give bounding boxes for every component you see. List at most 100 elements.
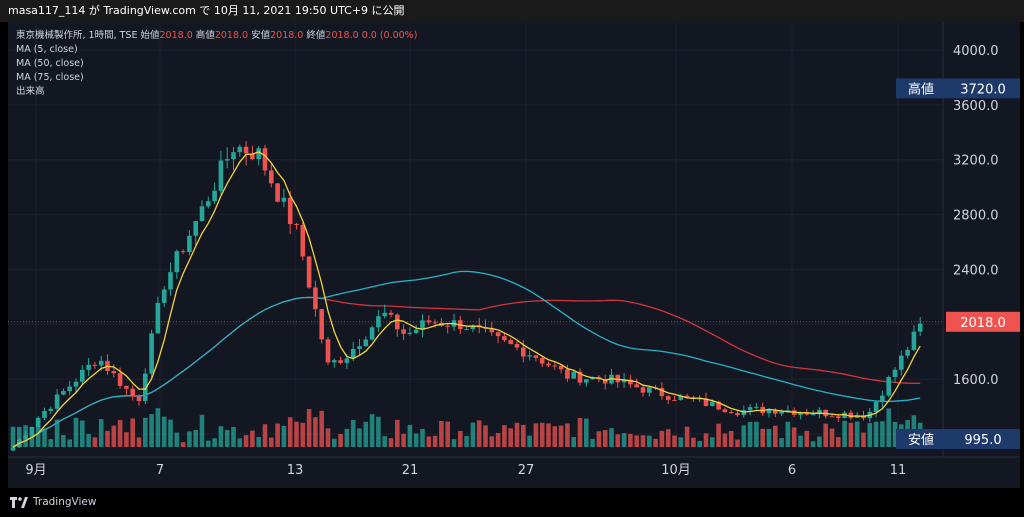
candle-body xyxy=(527,355,532,357)
volume-bar xyxy=(716,423,721,447)
candle-body xyxy=(413,329,419,333)
candle-body xyxy=(300,225,306,257)
volume-bar xyxy=(143,417,148,447)
volume-bar xyxy=(237,438,243,447)
candle-body xyxy=(665,396,671,400)
volume-bar xyxy=(67,439,72,447)
ohlc-high-label: 高値 xyxy=(195,30,215,41)
volume-bar xyxy=(464,436,469,447)
volume-bar xyxy=(344,428,350,447)
volume-bar xyxy=(584,418,589,447)
candle-body xyxy=(287,197,293,225)
candle-body xyxy=(269,170,274,184)
candle-body xyxy=(149,333,154,374)
candle-body xyxy=(514,343,520,348)
volume-bar xyxy=(653,438,658,447)
candle-body xyxy=(357,346,362,349)
candle-body xyxy=(464,329,469,331)
volume-bar xyxy=(80,420,85,447)
volume-bar xyxy=(791,427,797,447)
indicator-ma5[interactable]: MA (5, close) xyxy=(16,43,417,57)
volume-bar xyxy=(275,423,280,447)
chart-legend: 東京機械製作所, 1時間, TSE 始値2018.0 高値2018.0 安値20… xyxy=(16,29,417,99)
volume-bar xyxy=(615,434,621,447)
volume-bar xyxy=(174,432,180,447)
ohlc-open-label: 始値 xyxy=(140,30,160,41)
candle-body xyxy=(647,387,652,393)
volume-bar xyxy=(867,422,873,447)
volume-bar xyxy=(376,416,381,447)
symbol-line: 東京機械製作所, 1時間, TSE 始値2018.0 高値2018.0 安値20… xyxy=(16,29,417,43)
candle-body xyxy=(281,197,287,202)
volume-bar xyxy=(785,421,791,447)
volume-bar xyxy=(401,433,406,447)
volume-bar xyxy=(10,426,16,447)
candle-body xyxy=(180,251,186,253)
candle-body xyxy=(155,302,161,334)
volume-bar xyxy=(678,437,684,447)
candle-body xyxy=(161,289,167,303)
candle-body xyxy=(558,365,564,370)
candle-body xyxy=(521,347,526,357)
candle-body xyxy=(495,332,501,337)
candle-body xyxy=(880,395,885,402)
chart-panel[interactable]: 4000.03600.03200.02800.02400.02000.01600… xyxy=(8,22,1020,488)
high-price-tag: 高値 3720.0 xyxy=(896,78,1020,99)
candle-body xyxy=(873,401,879,412)
volume-bar xyxy=(357,428,362,447)
candle-body xyxy=(111,371,117,374)
volume-bar xyxy=(880,421,885,447)
y-tick-label: 2400.0 xyxy=(953,263,999,278)
candle-body xyxy=(634,384,639,388)
volume-bar xyxy=(735,439,740,447)
ohlc-low-value: 2018.0 xyxy=(270,30,304,41)
volume-bar xyxy=(817,436,822,447)
symbol-name: 東京機械製作所, 1時間, TSE xyxy=(16,30,138,41)
x-tick-label: 6 xyxy=(788,463,796,478)
candle-body xyxy=(206,201,211,207)
candle-body xyxy=(10,447,16,451)
volume-bar xyxy=(565,423,570,447)
candle-body xyxy=(218,160,224,191)
volume-bar xyxy=(640,435,646,447)
volume-bar xyxy=(413,433,419,447)
candle-body xyxy=(61,391,66,395)
volume-bar xyxy=(180,442,186,447)
volume-bar xyxy=(325,428,331,447)
candle-body xyxy=(124,385,129,389)
volume-bar xyxy=(350,420,356,447)
volume-bar xyxy=(634,435,639,447)
volume-bar xyxy=(256,437,261,447)
volume-bar xyxy=(306,409,312,447)
volume-bar xyxy=(861,432,866,447)
candle-body xyxy=(42,410,47,418)
volume-bar xyxy=(388,438,394,447)
candle-body xyxy=(728,412,734,414)
volume-bar xyxy=(149,414,154,447)
volume-bar xyxy=(117,420,123,447)
indicator-volume[interactable]: 出来高 xyxy=(16,85,417,99)
candle-body xyxy=(256,148,261,160)
volume-bar xyxy=(836,437,841,447)
low-price-tag: 安値 995.0 xyxy=(896,429,1020,449)
indicator-ma75[interactable]: MA (75, close) xyxy=(16,71,417,85)
candle-body xyxy=(388,312,394,315)
volume-bar xyxy=(823,423,828,447)
change-value: 0.0 (0.00%) xyxy=(361,30,418,41)
candle-body xyxy=(338,360,343,363)
candle-body xyxy=(29,427,35,436)
volume-bar xyxy=(804,430,810,447)
indicator-ma50[interactable]: MA (50, close) xyxy=(16,57,417,71)
tradingview-logo[interactable]: TradingView xyxy=(10,496,96,508)
volume-bar xyxy=(854,421,860,447)
high-price-tag-value: 3720.0 xyxy=(960,82,1006,97)
ohlc-open-value: 2018.0 xyxy=(159,30,193,41)
candle-body xyxy=(136,396,142,402)
volume-bar xyxy=(130,418,135,447)
candle-body xyxy=(92,364,98,366)
volume-bar xyxy=(155,408,161,447)
volume-bar xyxy=(514,422,520,447)
candle-body xyxy=(369,327,375,340)
candle-body xyxy=(86,364,91,370)
candle-body xyxy=(407,332,413,334)
